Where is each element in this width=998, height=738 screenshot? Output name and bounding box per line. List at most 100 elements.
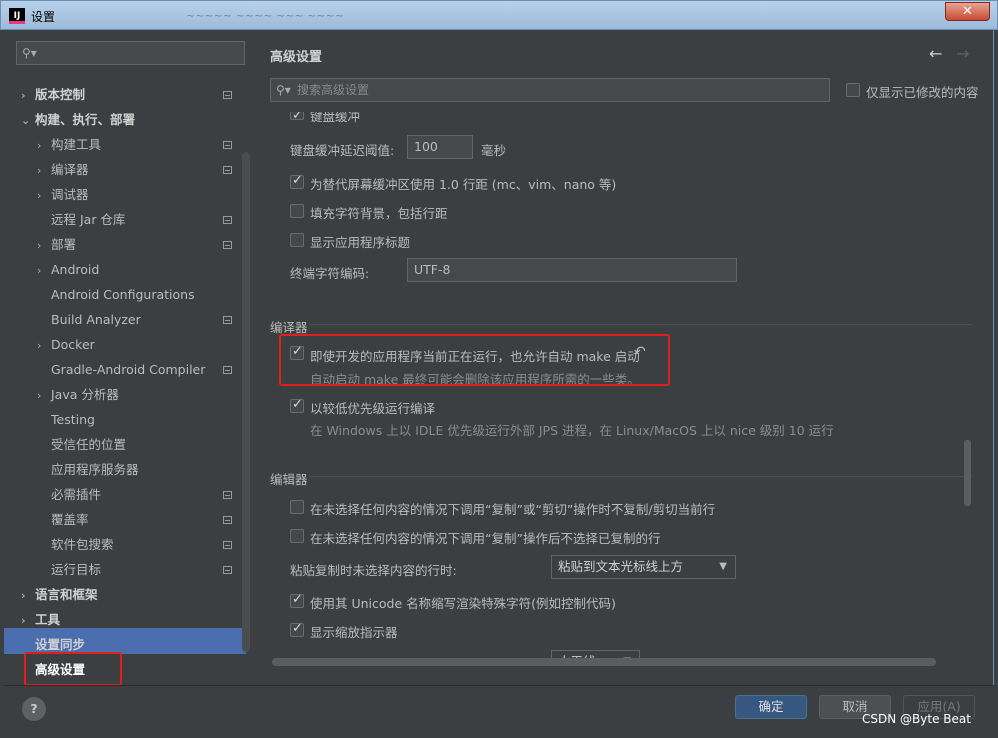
sidebar-search-input[interactable]: ⚲▾ bbox=[16, 41, 245, 65]
page-title: 高级设置 bbox=[270, 50, 323, 65]
sidebar-item[interactable]: Testing bbox=[37, 409, 240, 431]
chevron-right-icon[interactable]: › bbox=[37, 385, 51, 407]
chevron-right-icon[interactable]: › bbox=[21, 610, 35, 632]
low-priority-checkbox[interactable] bbox=[290, 397, 304, 413]
unicode-abbr-label: 使用其 Unicode 名称缩写渲染特殊字符(例如控制代码) bbox=[310, 596, 616, 611]
no-copy-cut-checkbox[interactable] bbox=[290, 500, 304, 514]
sidebar-item[interactable]: 覆盖率 bbox=[37, 509, 240, 531]
sidebar-item-label: 调试器 bbox=[51, 187, 89, 202]
alt-screen-label: 为替代屏幕缓冲区使用 1.0 行距 (mc、vim、nano 等) bbox=[310, 177, 617, 192]
only-modified-checkbox[interactable] bbox=[846, 83, 860, 97]
watermark: CSDN @Byte Beat bbox=[862, 712, 971, 726]
alt-screen-checkbox[interactable] bbox=[290, 173, 304, 189]
project-level-icon bbox=[223, 491, 232, 499]
sidebar-item[interactable]: 应用程序服务器 bbox=[37, 459, 240, 481]
sidebar-item[interactable]: › 部署 bbox=[37, 234, 240, 256]
project-level-icon bbox=[223, 91, 232, 99]
no-select-copied-checkbox[interactable] bbox=[290, 529, 304, 543]
sidebar-item-label: Android bbox=[51, 262, 100, 277]
encoding-label: 终端字符编码: bbox=[290, 266, 370, 281]
chevron-right-icon[interactable]: › bbox=[37, 135, 51, 157]
sidebar-item[interactable]: › 工具 bbox=[21, 609, 240, 631]
sidebar-item-label: 覆盖率 bbox=[51, 512, 89, 527]
chevron-right-icon[interactable]: › bbox=[37, 335, 51, 357]
advanced-search-field[interactable]: ⚲▾ bbox=[270, 78, 830, 102]
ok-button[interactable]: 确定 bbox=[735, 695, 807, 719]
show-title-label: 显示应用程序标题 bbox=[310, 235, 411, 250]
chevron-right-icon[interactable]: › bbox=[37, 260, 51, 282]
project-level-icon bbox=[223, 516, 232, 524]
forward-arrow-icon[interactable]: → bbox=[956, 44, 969, 63]
title-bar: IJ 设置 ~~~~~ ~~~~ ~~~ ~~~~ ✕ bbox=[0, 0, 998, 30]
sidebar-item-label: 运行目标 bbox=[51, 562, 102, 577]
main-scrollbar[interactable] bbox=[964, 440, 971, 506]
back-arrow-icon[interactable]: ← bbox=[929, 44, 942, 63]
sidebar-item[interactable]: 受信任的位置 bbox=[37, 434, 240, 456]
sidebar-item[interactable]: › 版本控制 bbox=[21, 84, 240, 106]
editor-section-title: 编辑器 bbox=[270, 472, 308, 487]
keyboard-delay-input[interactable]: 100 bbox=[407, 135, 473, 159]
sidebar-item[interactable]: › 编译器 bbox=[37, 159, 240, 181]
keyboard-delay-label: 键盘缓冲延迟阈值: bbox=[290, 143, 395, 158]
paste-dropdown-value: 粘贴到文本光标线上方 bbox=[558, 559, 684, 574]
sidebar-item[interactable]: › Android bbox=[37, 259, 240, 281]
highlight-box-auto-make bbox=[279, 334, 670, 386]
compiler-separator bbox=[310, 324, 972, 325]
encoding-input[interactable]: UTF-8 bbox=[407, 258, 737, 282]
sidebar-item[interactable]: › 语言和框架 bbox=[21, 584, 240, 606]
sidebar-item-label: 必需插件 bbox=[51, 487, 102, 502]
project-level-icon bbox=[223, 141, 232, 149]
sidebar-item[interactable]: 必需插件 bbox=[37, 484, 240, 506]
sidebar-item-label: 语言和框架 bbox=[35, 587, 98, 602]
advanced-search-input[interactable] bbox=[297, 81, 817, 99]
sidebar-item[interactable]: Build Analyzer bbox=[37, 309, 240, 331]
sidebar-item[interactable]: ⌄ 构建、执行、部署 bbox=[21, 109, 240, 131]
project-level-icon bbox=[223, 541, 232, 549]
paste-dropdown[interactable]: 粘贴到文本光标线上方 ▼ bbox=[551, 555, 736, 579]
sidebar-item-label: 部署 bbox=[51, 237, 77, 252]
project-level-icon bbox=[223, 566, 232, 574]
horizontal-scrollbar[interactable] bbox=[272, 658, 936, 666]
sidebar-item[interactable]: 运行目标 bbox=[37, 559, 240, 581]
show-title-checkbox[interactable] bbox=[290, 233, 304, 247]
no-select-copied-label: 在未选择任何内容的情况下调用“复制”操作后不选择已复制的行 bbox=[310, 531, 661, 546]
chevron-right-icon[interactable]: › bbox=[21, 585, 35, 607]
sidebar-item-label: 远程 Jar 仓库 bbox=[51, 212, 126, 227]
sidebar-scrollbar[interactable] bbox=[242, 152, 250, 652]
zoom-indicator-checkbox[interactable] bbox=[290, 621, 304, 637]
sidebar-item[interactable]: 软件包搜索 bbox=[37, 534, 240, 556]
search-icon: ⚲▾ bbox=[276, 83, 291, 97]
chevron-right-icon[interactable]: › bbox=[37, 235, 51, 257]
low-priority-label: 以较低优先级运行编译 bbox=[310, 401, 436, 416]
window-close-button[interactable]: ✕ bbox=[945, 2, 990, 21]
sidebar-item-label: 版本控制 bbox=[35, 87, 86, 102]
search-icon: ⚲▾ bbox=[22, 46, 37, 60]
sidebar-item[interactable]: › 构建工具 bbox=[37, 134, 240, 156]
sidebar-item[interactable]: › Java 分析器 bbox=[37, 384, 240, 406]
editor-separator bbox=[310, 476, 972, 477]
sidebar-item[interactable]: Android Configurations bbox=[37, 284, 240, 306]
chevron-down-icon[interactable]: ⌄ bbox=[21, 110, 35, 132]
sidebar-item[interactable]: Gradle-Android Compiler bbox=[37, 359, 240, 381]
project-level-icon bbox=[223, 366, 232, 374]
sidebar-item[interactable]: › Docker bbox=[37, 334, 240, 356]
sidebar-item[interactable]: › 调试器 bbox=[37, 184, 240, 206]
intellij-app-icon: IJ bbox=[9, 8, 25, 24]
help-button[interactable]: ? bbox=[22, 697, 46, 721]
chevron-right-icon[interactable]: › bbox=[37, 185, 51, 207]
sidebar-item[interactable]: 远程 Jar 仓库 bbox=[37, 209, 240, 231]
sidebar-item-label: 受信任的位置 bbox=[51, 437, 127, 452]
window-title: 设置 bbox=[31, 10, 56, 24]
highlight-box-advanced-settings bbox=[24, 652, 122, 686]
unicode-abbr-checkbox[interactable] bbox=[290, 592, 304, 608]
chevron-right-icon[interactable]: › bbox=[37, 160, 51, 182]
scroll-clip bbox=[270, 104, 960, 112]
sidebar-item-label: Build Analyzer bbox=[51, 312, 141, 327]
fill-background-checkbox[interactable] bbox=[290, 204, 304, 218]
only-modified-label: 仅显示已修改的内容 bbox=[866, 85, 979, 100]
sidebar-item-label: 构建工具 bbox=[51, 137, 102, 152]
project-level-icon bbox=[223, 216, 232, 224]
chevron-right-icon[interactable]: › bbox=[21, 85, 35, 107]
keyboard-delay-unit: 毫秒 bbox=[481, 143, 507, 158]
sidebar-item-label: Gradle-Android Compiler bbox=[51, 362, 206, 377]
